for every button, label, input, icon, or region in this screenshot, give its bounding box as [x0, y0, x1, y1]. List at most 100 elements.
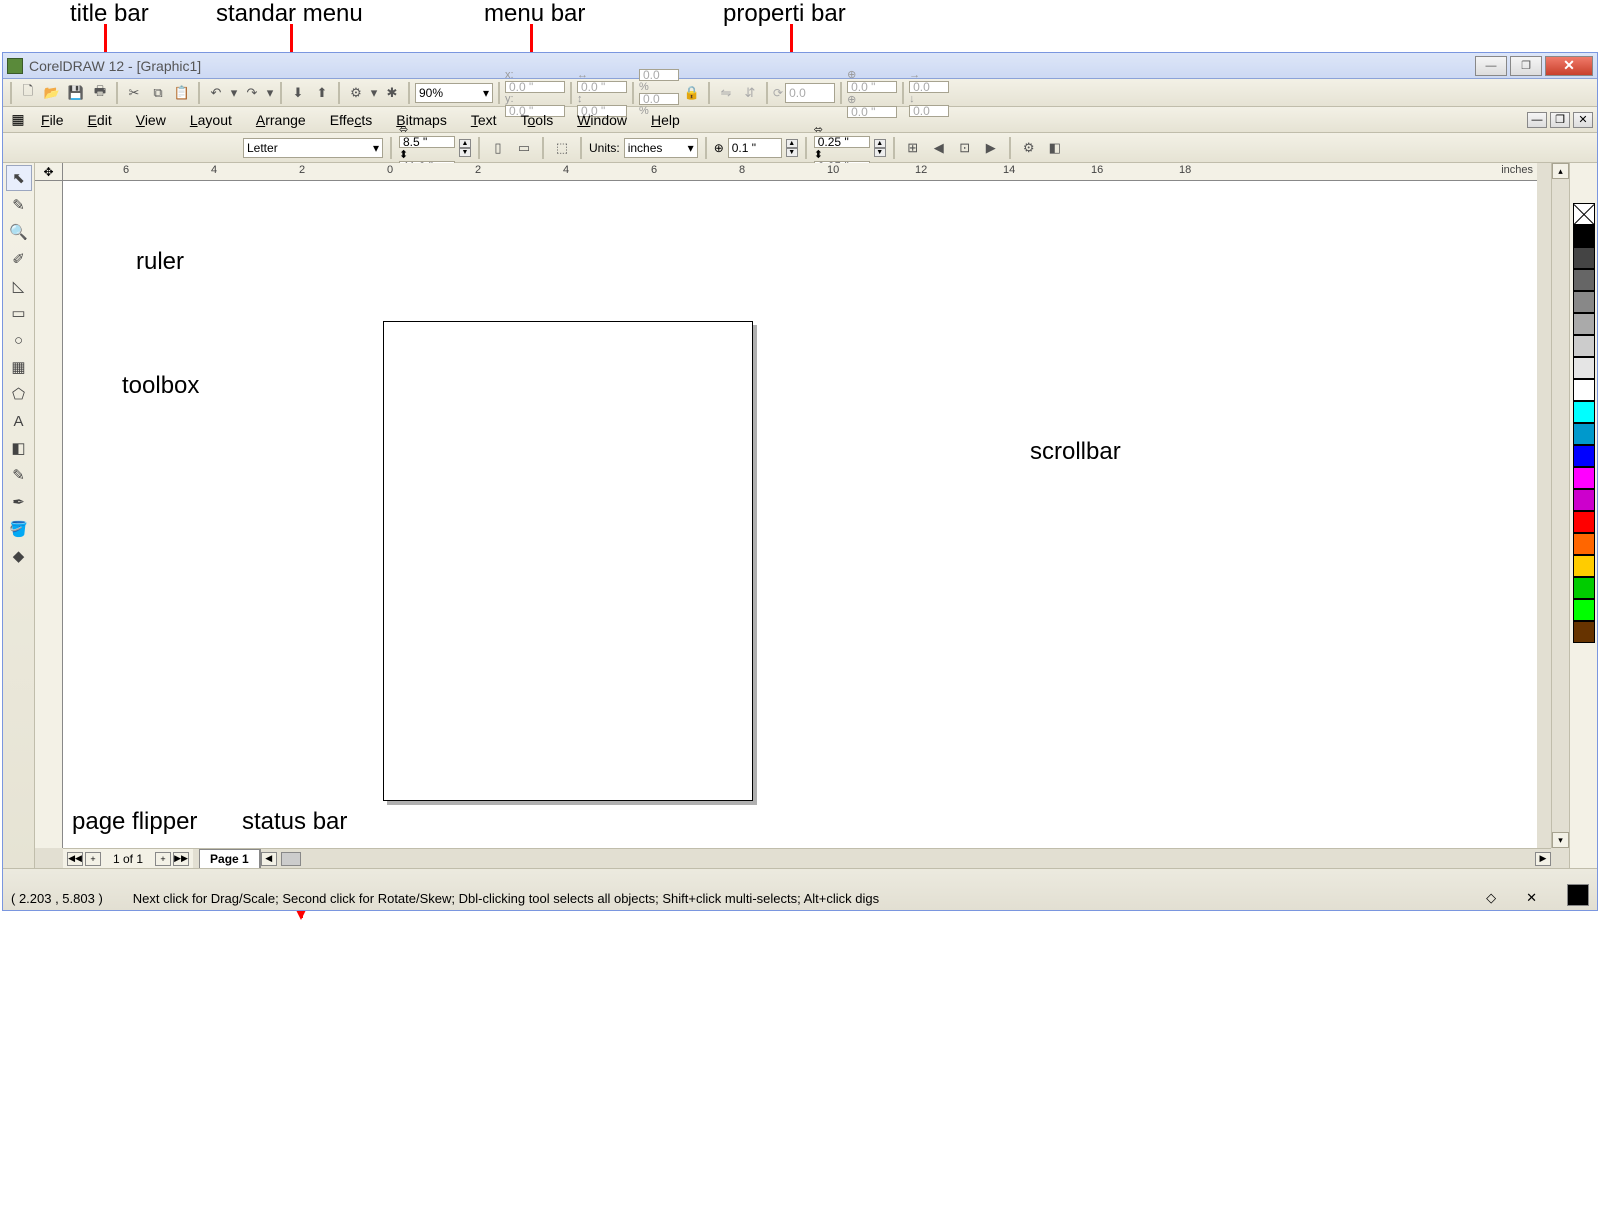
pick-tool[interactable]: ⬉ [6, 165, 32, 191]
first-page-button[interactable]: ◀◀ [67, 852, 83, 866]
color-swatch[interactable] [1573, 489, 1595, 511]
spinner-down[interactable]: ▼ [874, 148, 886, 157]
menu-edit[interactable]: Edit [76, 109, 124, 131]
no-color-swatch[interactable] [1573, 203, 1595, 225]
undo-dropdown-icon[interactable]: ▾ [229, 82, 239, 104]
graph-paper-tool[interactable]: ▦ [6, 354, 32, 380]
smart-draw-tool[interactable]: ◺ [6, 273, 32, 299]
spinner-down[interactable]: ▼ [786, 148, 798, 157]
page-tab[interactable]: Page 1 [199, 849, 260, 868]
current-swatch[interactable] [1567, 884, 1589, 906]
app-menu-icon[interactable]: ▦ [7, 109, 29, 131]
interactive-fill-tool[interactable]: ◆ [6, 543, 32, 569]
doc-minimize-button[interactable]: — [1527, 112, 1547, 128]
last-page-button[interactable]: ▶▶ [173, 852, 189, 866]
text-tool[interactable]: A [6, 408, 32, 434]
lock-ratio-icon[interactable]: 🔒 [681, 82, 703, 104]
minimize-button[interactable]: — [1475, 56, 1507, 76]
color-swatch[interactable] [1573, 577, 1595, 599]
doc-close-button[interactable]: ✕ [1573, 112, 1593, 128]
add-page-before-button[interactable]: + [85, 852, 101, 866]
color-swatch[interactable] [1573, 379, 1595, 401]
menu-file[interactable]: File [29, 109, 76, 131]
treat-as-filled-icon[interactable]: ◧ [1044, 137, 1066, 159]
color-swatch[interactable] [1573, 357, 1595, 379]
color-swatch[interactable] [1573, 599, 1595, 621]
interactive-tool[interactable]: ◧ [6, 435, 32, 461]
spinner-down[interactable]: ▼ [459, 148, 471, 157]
rectangle-tool[interactable]: ▭ [6, 300, 32, 326]
color-swatch[interactable] [1573, 555, 1595, 577]
close-button[interactable]: ✕ [1545, 56, 1593, 76]
outline-indicator-icon[interactable]: ✕ [1526, 890, 1537, 906]
page-layout-icon[interactable]: ⬚ [551, 137, 573, 159]
menu-layout[interactable]: Layout [178, 109, 244, 131]
paste-icon[interactable]: 📋 [171, 82, 193, 104]
horizontal-ruler[interactable]: 6 4 2 0 2 4 6 8 10 12 14 16 18 inches [63, 163, 1537, 181]
options-icon[interactable]: ⚙ [1018, 137, 1040, 159]
mirror-h-icon[interactable]: ⇋ [715, 82, 737, 104]
snap-left-icon[interactable]: ◀ [928, 137, 950, 159]
spinner-up[interactable]: ▲ [874, 139, 886, 148]
snap-right-icon[interactable]: ▶ [980, 137, 1002, 159]
import-icon[interactable]: ⬇ [287, 82, 309, 104]
color-swatch[interactable] [1573, 269, 1595, 291]
color-swatch[interactable] [1573, 335, 1595, 357]
fill-indicator-icon[interactable]: ◇ [1486, 890, 1496, 906]
app-launcher-icon[interactable]: ⚙ [345, 82, 367, 104]
spinner-up[interactable]: ▲ [786, 139, 798, 148]
shape-tool[interactable]: ✎ [6, 192, 32, 218]
dup-x-input[interactable]: 0.25 " [814, 136, 870, 148]
freehand-tool[interactable]: ✐ [6, 246, 32, 272]
menu-tools[interactable]: Tools [509, 109, 566, 131]
menu-help[interactable]: Help [639, 109, 692, 131]
nudge-input[interactable]: 0.1 " [728, 138, 782, 158]
vertical-ruler[interactable] [35, 181, 63, 848]
menu-view[interactable]: View [124, 109, 178, 131]
hscroll-thumb[interactable] [281, 852, 301, 866]
color-swatch[interactable] [1573, 445, 1595, 467]
menu-effects[interactable]: Effects [318, 109, 385, 131]
doc-restore-button[interactable]: ❐ [1550, 112, 1570, 128]
corel-online-icon[interactable]: ✱ [381, 82, 403, 104]
undo-icon[interactable]: ↶ [205, 82, 227, 104]
color-swatch[interactable] [1573, 467, 1595, 489]
page-width-input[interactable]: 8.5 " [399, 136, 455, 148]
color-swatch[interactable] [1573, 225, 1595, 247]
new-icon[interactable]: 🗋 [17, 82, 39, 104]
paper-size-select[interactable]: Letter▾ [243, 138, 383, 158]
color-swatch[interactable] [1573, 533, 1595, 555]
outline-tool[interactable]: ✒ [6, 489, 32, 515]
print-icon[interactable]: 🖶 [89, 82, 111, 104]
cut-icon[interactable]: ✂ [123, 82, 145, 104]
scrollbar-up-icon[interactable]: ▴ [1552, 163, 1569, 179]
launcher-dropdown-icon[interactable]: ▾ [369, 82, 379, 104]
color-swatch[interactable] [1573, 313, 1595, 335]
menu-window[interactable]: Window [565, 109, 639, 131]
zoom-input[interactable]: 90%▾ [415, 83, 493, 103]
vertical-scrollbar[interactable]: ▴ ▾ [1551, 163, 1569, 848]
color-swatch[interactable] [1573, 423, 1595, 445]
landscape-icon[interactable]: ▭ [513, 137, 535, 159]
save-icon[interactable]: 💾 [65, 82, 87, 104]
redo-dropdown-icon[interactable]: ▾ [265, 82, 275, 104]
units-select[interactable]: inches▾ [624, 138, 698, 158]
zoom-tool[interactable]: 🔍 [6, 219, 32, 245]
snap-grid-icon[interactable]: ⊡ [954, 137, 976, 159]
menu-arrange[interactable]: Arrange [244, 109, 318, 131]
export-icon[interactable]: ⬆ [311, 82, 333, 104]
mirror-v-icon[interactable]: ⇵ [739, 82, 761, 104]
copy-icon[interactable]: ⧉ [147, 82, 169, 104]
hscroll-left-icon[interactable]: ◀ [261, 852, 277, 866]
polygon-tool[interactable]: ⬠ [6, 381, 32, 407]
drawing-canvas[interactable] [63, 181, 1537, 848]
color-swatch[interactable] [1573, 621, 1595, 643]
scrollbar-down-icon[interactable]: ▾ [1552, 832, 1569, 848]
color-swatch[interactable] [1573, 247, 1595, 269]
redo-icon[interactable]: ↷ [241, 82, 263, 104]
ellipse-tool[interactable]: ○ [6, 327, 32, 353]
add-page-after-button[interactable]: + [155, 852, 171, 866]
menu-text[interactable]: Text [459, 109, 509, 131]
color-swatch[interactable] [1573, 401, 1595, 423]
snap-icon[interactable]: ⊞ [902, 137, 924, 159]
